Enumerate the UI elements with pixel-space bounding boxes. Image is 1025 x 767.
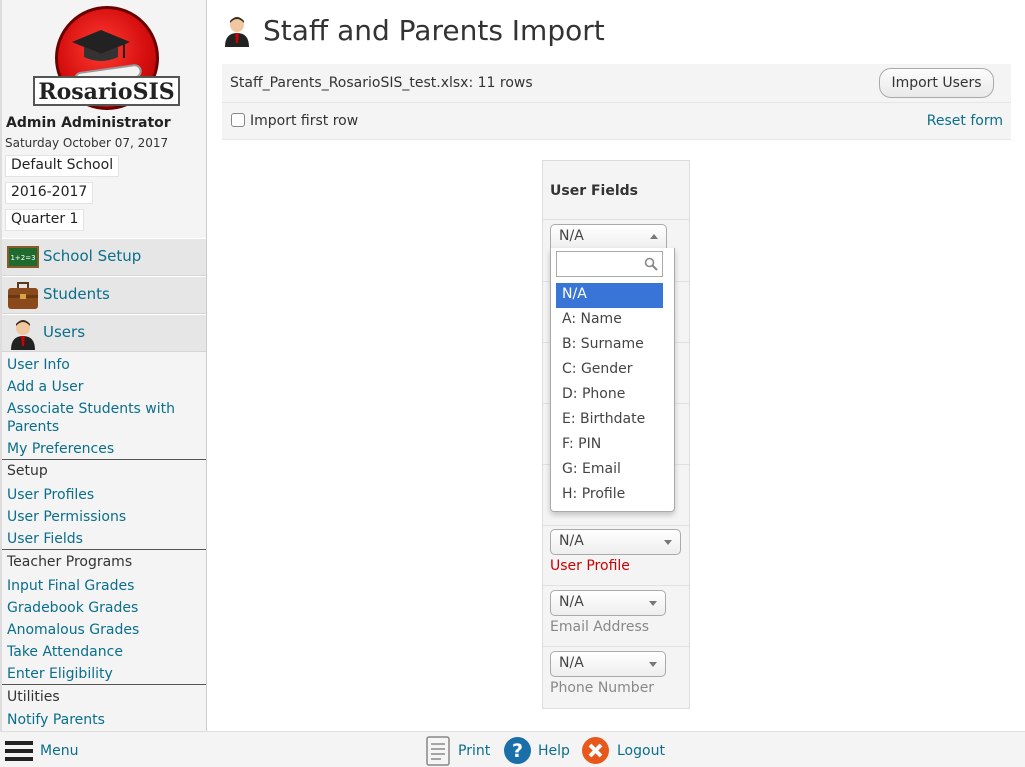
menu-school-setup[interactable]: 1+2=3 School Setup <box>2 238 206 276</box>
phone-number-select-value: N/A <box>559 655 584 671</box>
row-divider <box>543 646 689 647</box>
dropdown-option[interactable]: E: Birthdate <box>556 408 663 433</box>
quarter-select[interactable]: Quarter 1 <box>5 209 85 231</box>
print-label: Print <box>458 743 491 759</box>
chalkboard-icon: 1+2=3 <box>7 246 39 268</box>
menu-divider <box>2 684 206 685</box>
svg-text:?: ? <box>512 740 523 762</box>
link-anomalous-grades[interactable]: Anomalous Grades <box>7 621 139 639</box>
print-icon <box>426 736 450 766</box>
row-divider <box>543 585 689 586</box>
file-info: Staff_Parents_RosarioSIS_test.xlsx: 11 r… <box>230 75 533 91</box>
options-bar: Import first row Reset form <box>222 103 1011 140</box>
row-divider <box>543 219 689 220</box>
footer-bar: Menu Print ? Help Logout <box>0 731 1025 767</box>
svg-text:1+2=3: 1+2=3 <box>10 254 35 262</box>
logout-label: Logout <box>617 743 665 759</box>
user-fields-heading: User Fields <box>550 183 638 199</box>
user-profile-select[interactable]: N/A <box>550 529 681 555</box>
teacher-programs-heading: Teacher Programs <box>7 554 133 570</box>
import-users-button[interactable]: Import Users <box>879 68 994 98</box>
link-user-fields[interactable]: User Fields <box>7 530 83 548</box>
dropdown-option[interactable]: H: Profile <box>556 483 663 508</box>
menu-users[interactable]: Users <box>2 314 206 352</box>
menu-divider <box>2 459 206 460</box>
main-content: Staff and Parents Import Staff_Parents_R… <box>208 0 1025 731</box>
dropdown-search-input[interactable] <box>556 251 663 277</box>
link-input-final-grades[interactable]: Input Final Grades <box>7 577 134 595</box>
user-profile-label: User Profile <box>550 558 630 574</box>
link-user-permissions[interactable]: User Permissions <box>7 508 126 526</box>
menu-users-label: Users <box>43 323 86 341</box>
chevron-down-icon <box>649 601 657 606</box>
user-icon <box>11 320 35 350</box>
email-address-label: Email Address <box>550 619 650 635</box>
chevron-down-icon <box>664 540 672 545</box>
menu-toggle-label[interactable]: Menu <box>40 743 78 759</box>
link-associate-students[interactable]: Associate Students with Parents <box>7 400 197 436</box>
close-icon <box>582 737 609 764</box>
phone-number-select[interactable]: N/A <box>550 651 666 677</box>
link-user-profiles[interactable]: User Profiles <box>7 486 94 504</box>
email-address-select-value: N/A <box>559 594 584 610</box>
import-first-row-checkbox[interactable] <box>231 113 245 127</box>
menu-students[interactable]: Students <box>2 276 206 314</box>
import-first-row-label[interactable]: Import first row <box>250 113 358 129</box>
page-title: Staff and Parents Import <box>263 14 605 47</box>
dropdown-option[interactable]: B: Surname <box>556 333 663 358</box>
current-date: Saturday October 07, 2017 <box>5 136 169 150</box>
link-user-info[interactable]: User Info <box>7 356 70 374</box>
briefcase-icon <box>8 282 38 309</box>
dropdown-option[interactable]: A: Name <box>556 308 663 333</box>
search-icon <box>644 257 658 271</box>
dropdown-option[interactable]: G: Email <box>556 458 663 483</box>
dropdown-option[interactable]: D: Phone <box>556 383 663 408</box>
chevron-down-icon <box>649 662 657 667</box>
app-window: RosarioSIS Admin Administrator Saturday … <box>0 0 1025 767</box>
field-select-value: N/A <box>559 228 584 244</box>
school-year-select[interactable]: 2016-2017 <box>5 182 94 204</box>
link-add-user[interactable]: Add a User <box>7 378 84 396</box>
logo-text: RosarioSIS <box>33 76 180 106</box>
school-select[interactable]: Default School <box>5 155 120 177</box>
logo[interactable]: RosarioSIS <box>2 0 206 112</box>
sidebar: RosarioSIS Admin Administrator Saturday … <box>0 0 207 731</box>
link-notify-parents[interactable]: Notify Parents <box>7 711 105 729</box>
help-label: Help <box>538 743 570 759</box>
dropdown-option[interactable]: N/A <box>556 283 663 308</box>
email-address-select[interactable]: N/A <box>550 590 666 616</box>
dropdown-option[interactable]: C: Gender <box>556 358 663 383</box>
chevron-up-icon <box>650 234 658 239</box>
menu-school-setup-label: School Setup <box>43 247 142 265</box>
dropdown-option[interactable]: F: PIN <box>556 433 663 458</box>
file-info-bar: Staff_Parents_RosarioSIS_test.xlsx: 11 r… <box>222 64 1011 103</box>
user-icon <box>225 17 249 47</box>
link-my-preferences[interactable]: My Preferences <box>7 440 114 458</box>
link-take-attendance[interactable]: Take Attendance <box>7 643 123 661</box>
utilities-heading: Utilities <box>7 689 60 705</box>
graduation-cap-icon <box>72 30 130 61</box>
link-gradebook-grades[interactable]: Gradebook Grades <box>7 599 138 617</box>
field-select-open[interactable]: N/A <box>550 224 667 250</box>
menu-divider <box>2 549 206 550</box>
phone-number-label: Phone Number <box>550 680 655 696</box>
field-dropdown-list: N/A A: Name B: Surname C: Gender D: Phon… <box>550 248 675 512</box>
hamburger-menu-icon[interactable] <box>5 740 33 762</box>
reset-form-link[interactable]: Reset form <box>927 113 1003 129</box>
setup-heading: Setup <box>7 463 48 479</box>
row-divider <box>543 525 689 526</box>
menu-students-label: Students <box>43 285 110 303</box>
help-icon: ? <box>504 737 531 764</box>
user-name: Admin Administrator <box>6 115 171 131</box>
link-enter-eligibility[interactable]: Enter Eligibility <box>7 665 113 683</box>
user-profile-select-value: N/A <box>559 533 584 549</box>
